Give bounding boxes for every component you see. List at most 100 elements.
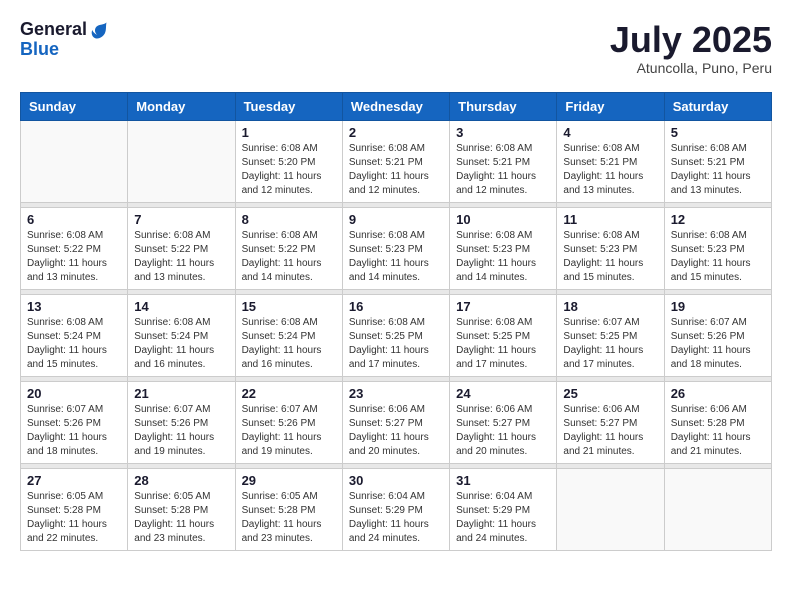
calendar-cell: 21Sunrise: 6:07 AMSunset: 5:26 PMDayligh… (128, 381, 235, 463)
day-number: 15 (242, 299, 336, 314)
calendar-cell: 5 Sunrise: 6:08 AMSunset: 5:21 PMDaylight… (664, 120, 771, 202)
logo-bird-icon (89, 20, 109, 40)
calendar-cell: 30 Sunrise: 6:04 AMSunset: 5:29 PMDayligh… (342, 468, 449, 550)
day-info: Sunrise: 6:08 AMSunset: 5:24 PMDaylight:… (134, 316, 228, 372)
day-number: 24 (456, 386, 550, 401)
weekday-header-wednesday: Wednesday (342, 92, 449, 120)
day-number: 5 (671, 125, 765, 140)
calendar-cell: 20Sunrise: 6:07 AMSunset: 5:26 PMDayligh… (21, 381, 128, 463)
calendar-cell: 17 Sunrise: 6:08 AMSunset: 5:25 PMDayligh… (450, 294, 557, 376)
day-info: Sunrise: 6:07 AMSunset: 5:26 PMDaylight:… (27, 403, 121, 459)
day-number: 30 (349, 473, 443, 488)
calendar-cell: 2 Sunrise: 6:08 AMSunset: 5:21 PMDaylight… (342, 120, 449, 202)
day-info: Sunrise: 6:06 AMSunset: 5:28 PMDaylight:… (671, 403, 765, 459)
calendar-cell: 11 Sunrise: 6:08 AMSunset: 5:23 PMDayligh… (557, 207, 664, 289)
calendar-cell: 7 Sunrise: 6:08 AMSunset: 5:22 PMDaylight… (128, 207, 235, 289)
day-info: Sunrise: 6:07 AMSunset: 5:25 PMDaylight:… (563, 316, 657, 372)
calendar-cell (128, 120, 235, 202)
logo: General Blue (20, 20, 109, 60)
day-number: 23 (349, 386, 443, 401)
day-number: 10 (456, 212, 550, 227)
day-info: Sunrise: 6:08 AMSunset: 5:21 PMDaylight:… (456, 142, 550, 198)
day-number: 25 (563, 386, 657, 401)
day-number: 11 (563, 212, 657, 227)
day-info: Sunrise: 6:08 AMSunset: 5:21 PMDaylight:… (671, 142, 765, 198)
day-info: Sunrise: 6:08 AMSunset: 5:22 PMDaylight:… (134, 229, 228, 285)
day-info: Sunrise: 6:05 AMSunset: 5:28 PMDaylight:… (242, 490, 336, 546)
location-subtitle: Atuncolla, Puno, Peru (610, 60, 772, 76)
calendar-cell: 24 Sunrise: 6:06 AMSunset: 5:27 PMDayligh… (450, 381, 557, 463)
calendar-cell: 14 Sunrise: 6:08 AMSunset: 5:24 PMDayligh… (128, 294, 235, 376)
day-number: 22 (242, 386, 336, 401)
day-number: 7 (134, 212, 228, 227)
calendar-table: SundayMondayTuesdayWednesdayThursdayFrid… (20, 92, 772, 551)
calendar-cell: 31Sunrise: 6:04 AMSunset: 5:29 PMDayligh… (450, 468, 557, 550)
day-info: Sunrise: 6:04 AMSunset: 5:29 PMDaylight:… (349, 490, 443, 546)
day-info: Sunrise: 6:08 AMSunset: 5:25 PMDaylight:… (349, 316, 443, 372)
calendar-cell: 4 Sunrise: 6:08 AMSunset: 5:21 PMDaylight… (557, 120, 664, 202)
day-info: Sunrise: 6:05 AMSunset: 5:28 PMDaylight:… (134, 490, 228, 546)
calendar-cell: 12 Sunrise: 6:08 AMSunset: 5:23 PMDayligh… (664, 207, 771, 289)
calendar-cell (557, 468, 664, 550)
calendar-week-row: 6 Sunrise: 6:08 AMSunset: 5:22 PMDaylight… (21, 207, 772, 289)
weekday-header-friday: Friday (557, 92, 664, 120)
calendar-cell (21, 120, 128, 202)
day-number: 6 (27, 212, 121, 227)
logo-blue-text: Blue (20, 40, 109, 60)
calendar-cell: 19 Sunrise: 6:07 AMSunset: 5:26 PMDayligh… (664, 294, 771, 376)
day-number: 9 (349, 212, 443, 227)
calendar-cell: 3 Sunrise: 6:08 AMSunset: 5:21 PMDaylight… (450, 120, 557, 202)
weekday-header-sunday: Sunday (21, 92, 128, 120)
calendar-cell: 18 Sunrise: 6:07 AMSunset: 5:25 PMDayligh… (557, 294, 664, 376)
day-number: 14 (134, 299, 228, 314)
day-info: Sunrise: 6:07 AMSunset: 5:26 PMDaylight:… (242, 403, 336, 459)
day-number: 31 (456, 473, 550, 488)
weekday-header-monday: Monday (128, 92, 235, 120)
day-number: 4 (563, 125, 657, 140)
day-number: 17 (456, 299, 550, 314)
day-number: 1 (242, 125, 336, 140)
day-info: Sunrise: 6:08 AMSunset: 5:21 PMDaylight:… (349, 142, 443, 198)
day-number: 18 (563, 299, 657, 314)
day-number: 3 (456, 125, 550, 140)
page-header: General Blue July 2025 Atuncolla, Puno, … (20, 20, 772, 76)
day-info: Sunrise: 6:08 AMSunset: 5:24 PMDaylight:… (27, 316, 121, 372)
calendar-week-row: 1Sunrise: 6:08 AMSunset: 5:20 PMDaylight… (21, 120, 772, 202)
day-info: Sunrise: 6:07 AMSunset: 5:26 PMDaylight:… (671, 316, 765, 372)
calendar-cell: 23Sunrise: 6:06 AMSunset: 5:27 PMDayligh… (342, 381, 449, 463)
day-number: 16 (349, 299, 443, 314)
day-info: Sunrise: 6:08 AMSunset: 5:23 PMDaylight:… (349, 229, 443, 285)
calendar-cell: 29Sunrise: 6:05 AMSunset: 5:28 PMDayligh… (235, 468, 342, 550)
day-number: 28 (134, 473, 228, 488)
day-number: 2 (349, 125, 443, 140)
calendar-cell: 10 Sunrise: 6:08 AMSunset: 5:23 PMDayligh… (450, 207, 557, 289)
logo-general-text: General (20, 20, 87, 40)
calendar-cell: 28 Sunrise: 6:05 AMSunset: 5:28 PMDayligh… (128, 468, 235, 550)
calendar-cell: 16 Sunrise: 6:08 AMSunset: 5:25 PMDayligh… (342, 294, 449, 376)
calendar-cell: 1Sunrise: 6:08 AMSunset: 5:20 PMDaylight… (235, 120, 342, 202)
day-info: Sunrise: 6:06 AMSunset: 5:27 PMDaylight:… (456, 403, 550, 459)
day-info: Sunrise: 6:08 AMSunset: 5:24 PMDaylight:… (242, 316, 336, 372)
day-info: Sunrise: 6:08 AMSunset: 5:22 PMDaylight:… (242, 229, 336, 285)
calendar-cell: 27Sunrise: 6:05 AMSunset: 5:28 PMDayligh… (21, 468, 128, 550)
day-info: Sunrise: 6:06 AMSunset: 5:27 PMDaylight:… (563, 403, 657, 459)
day-number: 12 (671, 212, 765, 227)
calendar-cell (664, 468, 771, 550)
weekday-header-thursday: Thursday (450, 92, 557, 120)
day-info: Sunrise: 6:08 AMSunset: 5:23 PMDaylight:… (563, 229, 657, 285)
calendar-cell: 26 Sunrise: 6:06 AMSunset: 5:28 PMDayligh… (664, 381, 771, 463)
day-number: 13 (27, 299, 121, 314)
day-info: Sunrise: 6:08 AMSunset: 5:23 PMDaylight:… (456, 229, 550, 285)
day-info: Sunrise: 6:07 AMSunset: 5:26 PMDaylight:… (134, 403, 228, 459)
day-info: Sunrise: 6:08 AMSunset: 5:21 PMDaylight:… (563, 142, 657, 198)
calendar-cell: 22 Sunrise: 6:07 AMSunset: 5:26 PMDayligh… (235, 381, 342, 463)
calendar-cell: 13 Sunrise: 6:08 AMSunset: 5:24 PMDayligh… (21, 294, 128, 376)
day-number: 27 (27, 473, 121, 488)
weekday-header-saturday: Saturday (664, 92, 771, 120)
day-number: 19 (671, 299, 765, 314)
day-info: Sunrise: 6:08 AMSunset: 5:23 PMDaylight:… (671, 229, 765, 285)
day-number: 26 (671, 386, 765, 401)
calendar-cell: 9 Sunrise: 6:08 AMSunset: 5:23 PMDaylight… (342, 207, 449, 289)
calendar-week-row: 13 Sunrise: 6:08 AMSunset: 5:24 PMDayligh… (21, 294, 772, 376)
day-info: Sunrise: 6:08 AMSunset: 5:25 PMDaylight:… (456, 316, 550, 372)
